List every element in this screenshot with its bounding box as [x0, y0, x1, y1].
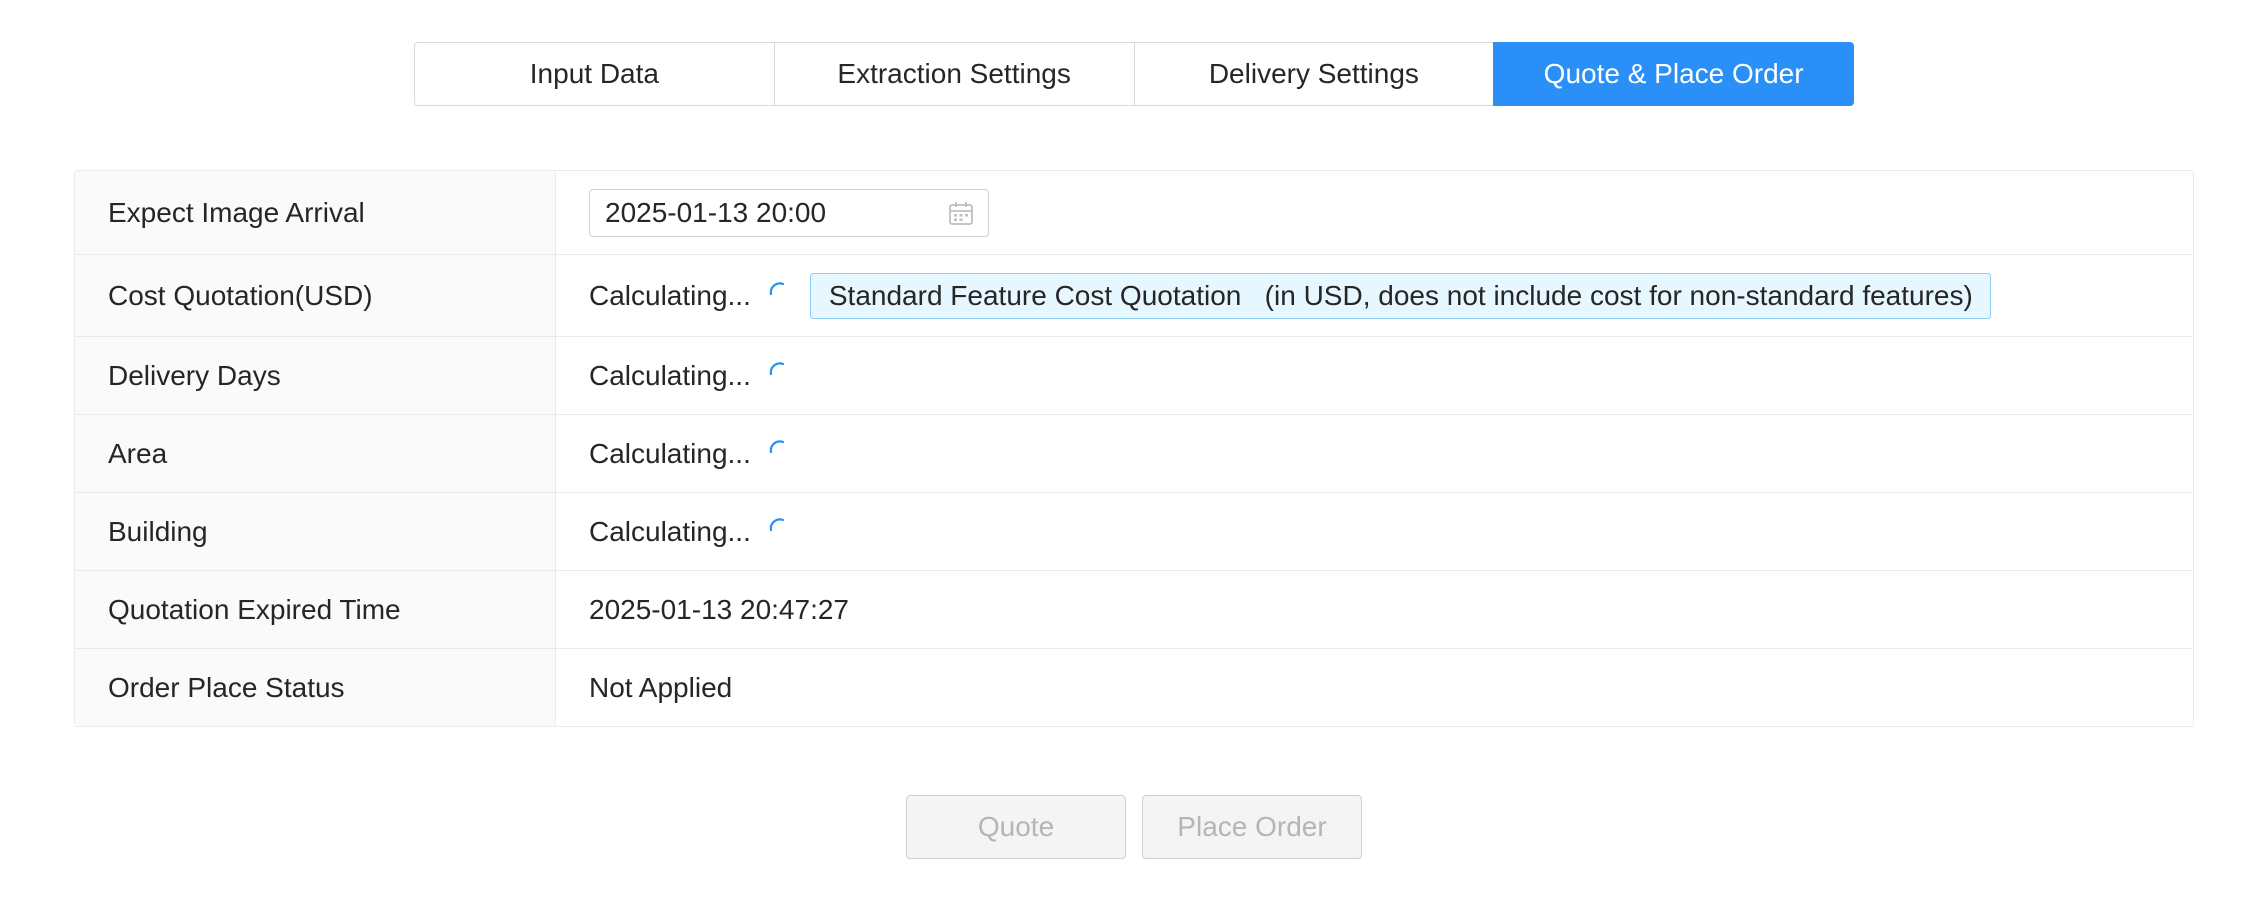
loading-spinner-icon: [768, 278, 790, 300]
quote-button[interactable]: Quote: [906, 795, 1126, 859]
calendar-icon: [948, 200, 974, 226]
tab-extraction-settings[interactable]: Extraction Settings: [773, 42, 1135, 106]
cost-quotation-label: Cost Quotation(USD): [75, 255, 556, 336]
building-cell: Calculating...: [556, 493, 2193, 570]
tab-quote-place-order[interactable]: Quote & Place Order: [1493, 42, 1854, 106]
delivery-days-cell: Calculating...: [556, 337, 2193, 414]
building-status: Calculating...: [589, 516, 790, 548]
place-order-button[interactable]: Place Order: [1142, 795, 1362, 859]
tab-delivery-settings[interactable]: Delivery Settings: [1133, 42, 1495, 106]
order-place-status-value: Not Applied: [589, 671, 733, 703]
row-cost-quotation: Cost Quotation(USD) Calculating... Stand…: [75, 254, 2193, 336]
row-quotation-expired-time: Quotation Expired Time 2025-01-13 20:47:…: [75, 570, 2193, 648]
expect-image-arrival-cell: 2025-01-13 20:00: [556, 171, 2193, 254]
building-value: Calculating...: [589, 515, 751, 547]
delivery-days-value: Calculating...: [589, 359, 751, 391]
standard-cost-info-tag: Standard Feature Cost Quotation (in USD,…: [809, 272, 1991, 319]
area-label: Area: [75, 415, 556, 492]
quotation-expired-time-value: 2025-01-13 20:47:27: [589, 593, 849, 625]
step-tabs: Input Data Extraction Settings Delivery …: [414, 42, 1854, 106]
loading-spinner-icon: [768, 358, 790, 380]
quotation-expired-time-label: Quotation Expired Time: [75, 571, 556, 648]
row-expect-image-arrival: Expect Image Arrival 2025-01-13 20:00: [75, 171, 2193, 254]
row-delivery-days: Delivery Days Calculating...: [75, 336, 2193, 414]
expect-image-arrival-date-picker[interactable]: 2025-01-13 20:00: [589, 188, 989, 237]
area-value: Calculating...: [589, 437, 751, 469]
delivery-days-status: Calculating...: [589, 360, 790, 392]
expect-image-arrival-label: Expect Image Arrival: [75, 171, 556, 254]
row-building: Building Calculating...: [75, 492, 2193, 570]
cost-quotation-value: Calculating...: [589, 279, 751, 311]
loading-spinner-icon: [768, 436, 790, 458]
row-area: Area Calculating...: [75, 414, 2193, 492]
area-status: Calculating...: [589, 438, 790, 470]
area-cell: Calculating...: [556, 415, 2193, 492]
building-label: Building: [75, 493, 556, 570]
order-place-status-label: Order Place Status: [75, 649, 556, 726]
row-order-place-status: Order Place Status Not Applied: [75, 648, 2193, 726]
date-picker-value: 2025-01-13 20:00: [605, 196, 827, 228]
tab-input-data[interactable]: Input Data: [414, 42, 775, 106]
delivery-days-label: Delivery Days: [75, 337, 556, 414]
quote-details-table: Expect Image Arrival 2025-01-13 20:00 Co…: [74, 170, 2194, 727]
quote-place-order-page: Input Data Extraction Settings Delivery …: [0, 0, 2264, 908]
cost-quotation-status: Calculating...: [589, 280, 790, 312]
loading-spinner-icon: [768, 514, 790, 536]
cost-quotation-cell: Calculating... Standard Feature Cost Quo…: [556, 255, 2193, 336]
